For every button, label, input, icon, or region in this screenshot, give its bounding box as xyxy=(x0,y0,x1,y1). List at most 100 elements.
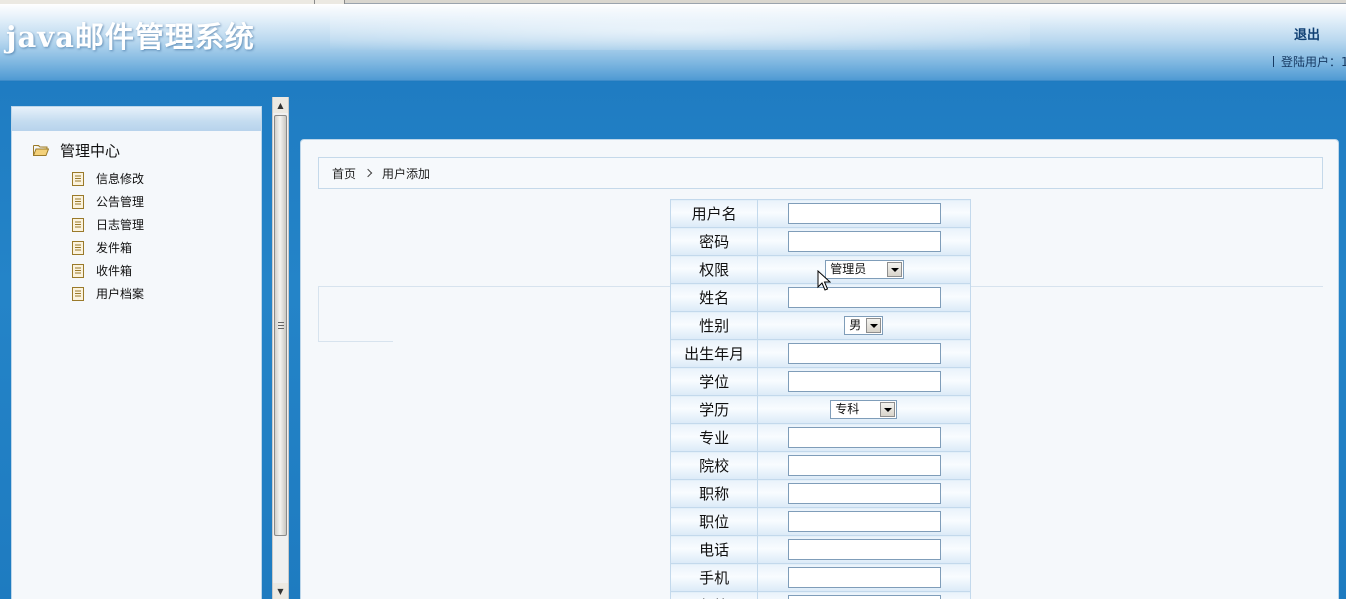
breadcrumb: 首页 用户添加 xyxy=(318,157,1323,189)
position-input[interactable] xyxy=(788,511,942,532)
gender-label: 性别 xyxy=(669,311,759,340)
sidebar-item-label: 发件箱 xyxy=(96,241,133,255)
frame-scrollbar[interactable]: ▲ ▼ xyxy=(272,97,289,599)
major-input[interactable] xyxy=(788,427,942,448)
sidebar-item-outbox[interactable]: 发件箱 xyxy=(72,236,144,259)
document-icon xyxy=(72,286,84,301)
sidebar-item-label: 公告管理 xyxy=(96,195,145,209)
tree-root-management[interactable]: 管理中心 xyxy=(33,141,121,160)
sidebar-item-label: 收件箱 xyxy=(96,264,133,278)
form-row-phone: 电话 xyxy=(669,535,971,564)
breadcrumb-home[interactable]: 首页 xyxy=(332,165,356,182)
header-glow xyxy=(330,10,1030,50)
title-input[interactable] xyxy=(788,483,942,504)
separator xyxy=(1273,56,1274,67)
content-panel: 首页 用户添加 用户名 密码 权限 管理员 姓名 性别 男 出生年月 学位 学历… xyxy=(300,139,1339,599)
birth-input[interactable] xyxy=(788,343,942,364)
gender-cell: 男 xyxy=(757,311,971,340)
username-input[interactable] xyxy=(788,203,942,224)
sidebar-item-label: 日志管理 xyxy=(96,218,145,232)
role-select[interactable]: 管理员 xyxy=(825,260,905,279)
sidebar-item-info-edit[interactable]: 信息修改 xyxy=(72,167,144,190)
login-user-label: 登陆用户：1 xyxy=(1281,55,1346,69)
degree-input[interactable] xyxy=(788,371,942,392)
education-select[interactable]: 专科 xyxy=(830,400,898,419)
scroll-up-arrow-icon[interactable]: ▲ xyxy=(273,97,288,113)
birth-cell xyxy=(757,339,971,368)
mobile-input[interactable] xyxy=(788,567,942,588)
position-cell xyxy=(757,507,971,536)
chevron-down-icon[interactable] xyxy=(887,262,903,277)
gender-select-value: 男 xyxy=(849,318,862,332)
password-input[interactable] xyxy=(788,231,942,252)
major-cell xyxy=(757,423,971,452)
form-row-degree: 学位 xyxy=(669,367,971,396)
education-cell: 专科 xyxy=(757,395,971,424)
name-input[interactable] xyxy=(788,287,942,308)
email-cell xyxy=(757,591,971,599)
role-label: 权限 xyxy=(669,255,759,284)
divider xyxy=(318,286,319,342)
scroll-down-arrow-icon[interactable]: ▼ xyxy=(273,583,288,599)
password-cell xyxy=(757,227,971,256)
form-row-major: 专业 xyxy=(669,423,971,452)
title-cell xyxy=(757,479,971,508)
form-row-school: 院校 xyxy=(669,451,971,480)
name-cell xyxy=(757,283,971,312)
app-title: java邮件管理系统 xyxy=(6,20,255,54)
password-label: 密码 xyxy=(669,227,759,256)
phone-cell xyxy=(757,535,971,564)
sidebar-item-label: 信息修改 xyxy=(96,172,145,186)
degree-cell xyxy=(757,367,971,396)
form-row-education: 学历 专科 xyxy=(669,395,971,424)
degree-label: 学位 xyxy=(669,367,759,396)
sidebar-item-label: 用户档案 xyxy=(96,287,145,301)
form-row-username: 用户名 xyxy=(669,199,971,228)
document-icon xyxy=(72,263,84,278)
birth-label: 出生年月 xyxy=(669,339,759,368)
form-row-position: 职位 xyxy=(669,507,971,536)
app-header: java邮件管理系统 退出 登陆用户：1 xyxy=(0,4,1346,81)
major-label: 专业 xyxy=(669,423,759,452)
tree-root-label: 管理中心 xyxy=(60,141,121,160)
mobile-cell xyxy=(757,563,971,592)
phone-label: 电话 xyxy=(669,535,759,564)
grip-icon xyxy=(277,322,284,329)
form-row-password: 密码 xyxy=(669,227,971,256)
logout-link[interactable]: 退出 xyxy=(1294,24,1320,43)
form-row-gender: 性别 男 xyxy=(669,311,971,340)
chevron-down-icon[interactable] xyxy=(866,318,882,333)
form-row-mobile: 手机 xyxy=(669,563,971,592)
scrollbar-thumb[interactable] xyxy=(274,115,287,536)
chevron-right-icon xyxy=(363,168,373,178)
document-icon xyxy=(72,240,84,255)
sidebar-item-logs[interactable]: 日志管理 xyxy=(72,213,144,236)
form-row-birth: 出生年月 xyxy=(669,339,971,368)
position-label: 职位 xyxy=(669,507,759,536)
gender-select[interactable]: 男 xyxy=(844,316,884,335)
sidebar-item-user-records[interactable]: 用户档案 xyxy=(72,282,144,305)
login-user-info: 登陆用户：1 xyxy=(1273,53,1346,70)
username-cell xyxy=(757,199,971,228)
form-row-title: 职称 xyxy=(669,479,971,508)
sidebar-item-inbox[interactable]: 收件箱 xyxy=(72,259,144,282)
school-input[interactable] xyxy=(788,455,942,476)
divider xyxy=(318,341,393,342)
open-folder-icon xyxy=(33,145,49,156)
mouse-cursor-icon xyxy=(817,270,831,291)
phone-input[interactable] xyxy=(788,539,942,560)
tree-items: 信息修改 公告管理 日志管理 发件箱 收件箱 用户档案 xyxy=(72,167,144,305)
sidebar-header xyxy=(12,107,261,131)
name-label: 姓名 xyxy=(669,283,759,312)
role-select-value: 管理员 xyxy=(830,262,867,276)
chevron-down-icon[interactable] xyxy=(880,402,896,417)
breadcrumb-current: 用户添加 xyxy=(382,166,431,181)
school-cell xyxy=(757,451,971,480)
form-row-email: 邮箱 xyxy=(669,591,971,599)
sidebar-item-announcements[interactable]: 公告管理 xyxy=(72,190,144,213)
education-label: 学历 xyxy=(669,395,759,424)
email-input[interactable] xyxy=(788,595,942,599)
role-cell: 管理员 xyxy=(757,255,971,284)
document-icon xyxy=(72,217,84,232)
education-select-value: 专科 xyxy=(835,402,860,416)
